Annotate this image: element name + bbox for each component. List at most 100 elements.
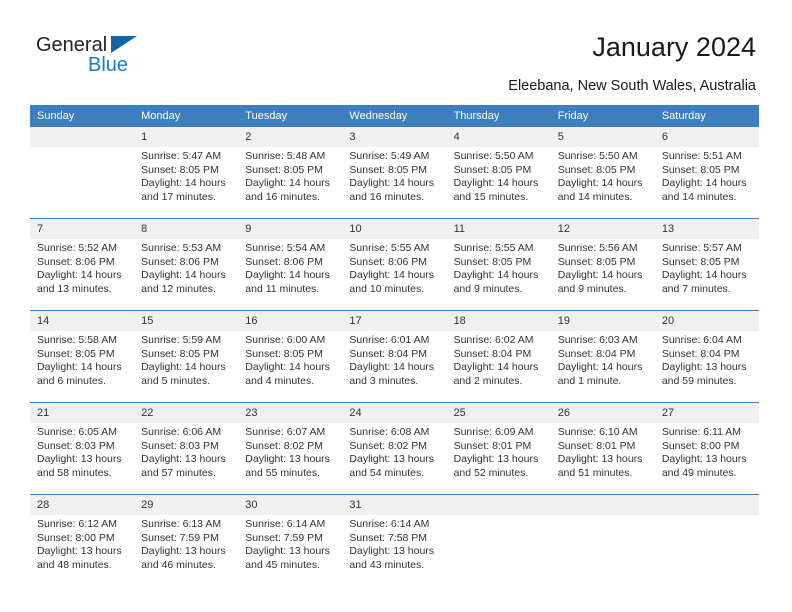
day-cell: Sunrise: 5:55 AM Sunset: 8:06 PM Dayligh…	[342, 239, 447, 311]
day-number: 23	[238, 402, 343, 423]
week-detail-row: Sunrise: 5:47 AM Sunset: 8:05 PM Dayligh…	[30, 147, 759, 219]
daylight-text-cont: and 55 minutes.	[245, 466, 320, 479]
day-cell: Sunrise: 5:57 AM Sunset: 8:05 PM Dayligh…	[654, 239, 759, 311]
sunset-text: Sunset: 8:05 PM	[453, 255, 532, 268]
daylight-text-cont: and 16 minutes.	[349, 190, 425, 203]
day-cell: Sunrise: 5:55 AM Sunset: 8:05 PM Dayligh…	[446, 239, 551, 311]
day-cell: Sunrise: 6:01 AM Sunset: 8:04 PM Dayligh…	[342, 331, 447, 403]
daylight-text-cont: and 5 minutes.	[141, 374, 211, 387]
daylight-text: Daylight: 13 hours	[37, 545, 122, 557]
daylight-text: Daylight: 14 hours	[349, 361, 435, 373]
day-number: 14	[30, 310, 135, 331]
sunrise-text: Sunrise: 6:00 AM	[245, 334, 326, 346]
sunrise-text: Sunrise: 6:06 AM	[141, 426, 222, 438]
daylight-text-cont: and 3 minutes.	[349, 374, 419, 387]
sunrise-text: Sunrise: 6:02 AM	[453, 334, 534, 346]
day-cell: Sunrise: 6:11 AM Sunset: 8:00 PM Dayligh…	[654, 423, 759, 495]
day-cell	[654, 515, 759, 586]
week-detail-row: Sunrise: 6:05 AM Sunset: 8:03 PM Dayligh…	[30, 423, 759, 495]
day-number	[550, 494, 655, 515]
sunrise-text: Sunrise: 5:55 AM	[349, 242, 430, 254]
week-detail-row: Sunrise: 5:58 AM Sunset: 8:05 PM Dayligh…	[30, 331, 759, 403]
day-number: 9	[238, 218, 343, 239]
day-number: 12	[550, 218, 655, 239]
sunset-text: Sunset: 7:58 PM	[349, 531, 428, 544]
daylight-text-cont: and 46 minutes.	[141, 558, 216, 571]
daylight-text-cont: and 58 minutes.	[37, 466, 112, 479]
sunset-text: Sunset: 8:05 PM	[453, 163, 532, 176]
day-cell: Sunrise: 6:06 AM Sunset: 8:03 PM Dayligh…	[134, 423, 239, 495]
day-number: 16	[238, 310, 343, 331]
day-number: 8	[134, 218, 239, 239]
daylight-text: Daylight: 14 hours	[557, 269, 643, 281]
sunrise-text: Sunrise: 6:13 AM	[141, 518, 222, 530]
day-number	[654, 494, 759, 515]
sunset-text: Sunset: 7:59 PM	[141, 531, 219, 544]
logo-text-general: General	[36, 34, 108, 56]
day-cell: Sunrise: 5:50 AM Sunset: 8:05 PM Dayligh…	[446, 147, 551, 219]
sunrise-text: Sunrise: 5:49 AM	[349, 150, 430, 162]
sunrise-text: Sunrise: 5:53 AM	[141, 242, 222, 254]
sunset-text: Sunset: 8:05 PM	[661, 163, 740, 176]
sunset-text: Sunset: 8:00 PM	[661, 439, 740, 452]
daylight-text-cont: and 10 minutes.	[349, 282, 425, 295]
daylight-text: Daylight: 14 hours	[557, 177, 643, 189]
day-cell: Sunrise: 6:00 AM Sunset: 8:05 PM Dayligh…	[238, 331, 343, 403]
calendar-header-row: Sunday Monday Tuesday Wednesday Thursday…	[30, 105, 759, 127]
sunset-text: Sunset: 8:06 PM	[245, 255, 323, 268]
daylight-text-cont: and 4 minutes.	[245, 374, 315, 387]
general-blue-logo: General Blue	[36, 34, 186, 84]
sunset-text: Sunset: 8:05 PM	[349, 163, 428, 176]
sunrise-text: Sunrise: 5:50 AM	[453, 150, 534, 162]
daylight-text: Daylight: 14 hours	[37, 269, 122, 281]
daylight-text: Daylight: 13 hours	[37, 453, 122, 465]
daylight-text-cont: and 6 minutes.	[37, 374, 106, 387]
page-header: General Blue January 2024 Eleebana, New …	[0, 0, 792, 100]
day-number: 31	[342, 494, 447, 515]
weekday-header-wednesday: Wednesday	[342, 105, 447, 127]
daylight-text: Daylight: 13 hours	[557, 453, 643, 465]
week-number-row: 21 22 23 24 25 26 27	[30, 402, 759, 423]
daylight-text: Daylight: 14 hours	[661, 177, 747, 189]
sunset-text: Sunset: 8:04 PM	[453, 347, 532, 360]
daylight-text: Daylight: 13 hours	[245, 545, 330, 557]
day-number: 15	[134, 310, 239, 331]
page-title: January 2024	[592, 32, 756, 62]
day-number: 4	[446, 127, 551, 147]
day-number: 7	[30, 218, 135, 239]
day-number: 19	[550, 310, 655, 331]
sunset-text: Sunset: 8:05 PM	[141, 163, 219, 176]
day-cell: Sunrise: 6:09 AM Sunset: 8:01 PM Dayligh…	[446, 423, 551, 495]
day-cell: Sunrise: 5:47 AM Sunset: 8:05 PM Dayligh…	[134, 147, 239, 219]
day-number: 5	[550, 127, 655, 147]
day-cell: Sunrise: 6:08 AM Sunset: 8:02 PM Dayligh…	[342, 423, 447, 495]
sunrise-text: Sunrise: 5:59 AM	[141, 334, 222, 346]
day-number: 22	[134, 402, 239, 423]
daylight-text: Daylight: 13 hours	[661, 453, 747, 465]
sunset-text: Sunset: 8:05 PM	[557, 255, 636, 268]
day-cell: Sunrise: 5:51 AM Sunset: 8:05 PM Dayligh…	[654, 147, 759, 219]
sunset-text: Sunset: 8:00 PM	[37, 531, 115, 544]
sunset-text: Sunset: 8:01 PM	[557, 439, 636, 452]
sunset-text: Sunset: 8:02 PM	[349, 439, 428, 452]
logo-triangle-icon	[111, 36, 137, 53]
sunrise-text: Sunrise: 5:48 AM	[245, 150, 326, 162]
sunrise-text: Sunrise: 6:07 AM	[245, 426, 326, 438]
day-cell: Sunrise: 5:56 AM Sunset: 8:05 PM Dayligh…	[550, 239, 655, 311]
daylight-text-cont: and 45 minutes.	[245, 558, 320, 571]
sunset-text: Sunset: 8:06 PM	[349, 255, 428, 268]
weekday-header-sunday: Sunday	[30, 105, 135, 127]
daylight-text-cont: and 54 minutes.	[349, 466, 425, 479]
day-cell: Sunrise: 5:59 AM Sunset: 8:05 PM Dayligh…	[134, 331, 239, 403]
daylight-text: Daylight: 14 hours	[245, 361, 330, 373]
day-cell	[30, 147, 135, 219]
daylight-text-cont: and 14 minutes.	[661, 190, 737, 203]
sunrise-text: Sunrise: 5:51 AM	[661, 150, 742, 162]
sunset-text: Sunset: 8:05 PM	[37, 347, 115, 360]
sunset-text: Sunset: 8:04 PM	[349, 347, 428, 360]
week-detail-row: Sunrise: 5:52 AM Sunset: 8:06 PM Dayligh…	[30, 239, 759, 311]
sunset-text: Sunset: 8:05 PM	[661, 255, 740, 268]
daylight-text-cont: and 17 minutes.	[141, 190, 216, 203]
day-number: 6	[654, 127, 759, 147]
daylight-text-cont: and 9 minutes.	[453, 282, 523, 295]
